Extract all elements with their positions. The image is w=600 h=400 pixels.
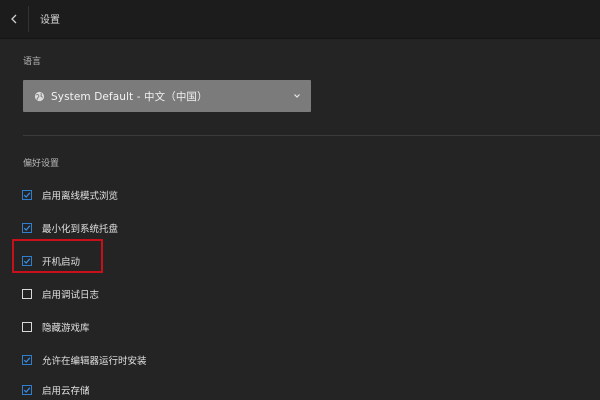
option-cloud-saves[interactable]: 启用云存储 <box>22 382 90 398</box>
language-select-value: System Default - 中文（中国） <box>51 90 208 103</box>
globe-icon <box>34 91 45 101</box>
checkmark-icon <box>23 357 31 363</box>
option-label: 启用离线模式浏览 <box>42 191 119 202</box>
option-label: 开机启动 <box>42 257 81 268</box>
settings-panel: 语言 System Default - 中文（中国） 偏好设置 启用离线模式浏览… <box>0 39 600 400</box>
checkbox-debug-logging[interactable] <box>22 289 32 299</box>
checkbox-minimize-to-tray[interactable] <box>22 223 32 233</box>
option-minimize-to-tray[interactable]: 最小化到系统托盘 <box>22 220 118 236</box>
chevron-down-icon <box>294 94 300 98</box>
title-divider <box>28 6 29 32</box>
preferences-label: 偏好设置 <box>23 159 60 169</box>
checkbox-hide-library[interactable] <box>22 322 32 332</box>
option-label: 启用云存储 <box>42 386 90 397</box>
option-debug-logging[interactable]: 启用调试日志 <box>22 286 99 302</box>
option-launch-at-startup[interactable]: 开机启动 <box>22 253 80 269</box>
language-select[interactable]: System Default - 中文（中国） <box>23 80 311 112</box>
title-bar: 设置 <box>0 0 600 39</box>
section-divider <box>23 135 600 136</box>
checkmark-icon <box>23 258 31 264</box>
checkbox-cloud-saves[interactable] <box>22 385 32 395</box>
chevron-left-icon <box>11 14 17 24</box>
option-label: 启用调试日志 <box>42 290 100 301</box>
option-label: 最小化到系统托盘 <box>42 224 119 235</box>
checkmark-icon <box>23 192 31 198</box>
checkmark-icon <box>23 225 31 231</box>
page-title: 设置 <box>40 15 60 26</box>
language-label: 语言 <box>23 57 42 67</box>
checkbox-launch-at-startup[interactable] <box>22 256 32 266</box>
option-offline-mode[interactable]: 启用离线模式浏览 <box>22 187 118 203</box>
option-label: 隐藏游戏库 <box>42 323 90 334</box>
checkbox-install-while-editor-running[interactable] <box>22 355 32 365</box>
option-label: 允许在编辑器运行时安装 <box>42 356 147 367</box>
checkbox-offline-mode[interactable] <box>22 190 32 200</box>
option-hide-library[interactable]: 隐藏游戏库 <box>22 319 90 335</box>
back-button[interactable] <box>0 0 28 38</box>
option-install-while-editor-running[interactable]: 允许在编辑器运行时安装 <box>22 352 147 368</box>
checkmark-icon <box>23 387 31 393</box>
